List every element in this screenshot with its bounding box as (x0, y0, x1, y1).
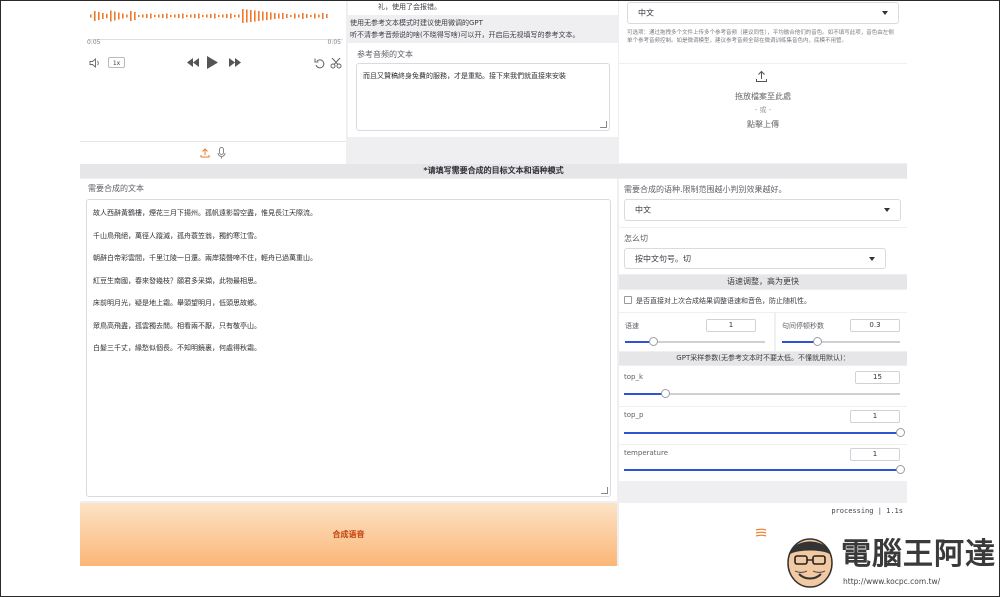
topp-slider[interactable] (624, 428, 905, 437)
target-language-value: 中文 (635, 205, 651, 215)
status-text: processing | 1.1s (831, 507, 903, 515)
time-end: 0:05 (327, 39, 341, 46)
target-text-line: 千山鳥飛絕，萬徑人蹤滅，孤舟蓑笠翁，獨釣寒江雪。 (93, 231, 261, 240)
volume-icon[interactable] (89, 58, 101, 68)
upload-icon[interactable] (200, 148, 210, 158)
speed-slider-card: 语速 1 (619, 313, 774, 351)
chevron-down-icon (869, 256, 875, 261)
watermark: 電腦王阿達 http://www.kocpc.com.tw/ (781, 521, 999, 596)
target-text-line: 故人西辭黃鶴樓，煙花三月下揚州。孤帆遠影碧空盡，惟見長江天際流。 (93, 209, 317, 217)
temperature-label: temperature (624, 449, 668, 457)
topp-number-input[interactable]: 1 (850, 410, 900, 423)
speed-header: 语速调整，高为更快 (619, 275, 907, 289)
ref-text-card: 参考音频的文本 而且又贊稿終身免費的服務，才是重點。接下來我們就直接來安裝 (348, 43, 618, 137)
target-language-select[interactable]: 中文 (624, 199, 901, 221)
time-start: 0:05 (87, 39, 101, 46)
topk-label: top_k (624, 373, 644, 381)
drop-text-1: 拖放檔案至此處 (735, 92, 791, 101)
target-text-line: 白髮三千丈，緣愁似個長。不知明鏡裏，何處得秋霜。 (93, 344, 261, 352)
play-icon[interactable] (206, 55, 219, 70)
resize-handle[interactable] (600, 121, 607, 128)
drop-text-3: 點擊上傳 (747, 120, 779, 129)
audio-waveform[interactable] (90, 7, 330, 25)
speed-number-input[interactable]: 1 (706, 319, 756, 332)
upload-icon (756, 70, 767, 82)
scissors-icon[interactable] (330, 57, 342, 69)
ref-language-value: 中文 (638, 8, 654, 18)
cut-method-select[interactable]: 按中文句号。切 (624, 248, 886, 269)
ref-note-text: 礼，使用了会报错。 (378, 3, 441, 11)
speed-checkbox-label: 是否直接对上次合成结果调整语速和音色，防止随机性。 (636, 297, 811, 305)
cut-method-label: 怎么切 (624, 234, 648, 243)
target-text-label: 需要合成的文本 (88, 184, 144, 193)
topp-slider-thumb[interactable] (895, 428, 905, 437)
ref-text-label: 参考音频的文本 (357, 50, 413, 59)
target-text-line: 床前明月光，疑是地上霜。舉頭望明月，低頭思故鄉。 (93, 299, 261, 307)
temperature-number-input[interactable]: 1 (850, 448, 900, 461)
speed-slider[interactable] (625, 337, 765, 346)
temperature-slider[interactable] (624, 465, 905, 474)
mascot-logo (787, 538, 833, 588)
topk-slider[interactable] (624, 389, 900, 398)
ref-language-select[interactable]: 中文 (627, 2, 899, 24)
ref-language-card: 中文 可选项：通过拖拽多个文件上传多个参考音频（建议同性），平均融合他们的音色。… (619, 1, 907, 63)
ref-note-area: 礼，使用了会报错。 (348, 1, 618, 15)
speed-checkbox[interactable] (624, 296, 632, 304)
pause-slider-card: 句间停顿秒数 0.3 (776, 313, 907, 351)
topp-label: top_p (624, 411, 644, 419)
gpt-header: GPT采样参数(无参考文本时不要太低。不懂就用默认)： (619, 352, 907, 365)
target-text-card: 需要合成的文本 故人西辭黃鶴樓，煙花三月下揚州。孤帆遠影碧空盡，惟見長江天際流。… (80, 179, 617, 501)
temperature-card: temperature 1 (619, 445, 907, 481)
optional-note: 可选项：通过拖拽多个文件上传多个参考音频（建议同性），平均融合他们的音色。如不填… (627, 30, 894, 44)
loading-spinner-icon (755, 528, 767, 537)
topk-slider-thumb[interactable] (660, 389, 670, 398)
microphone-icon[interactable] (217, 147, 226, 159)
audio-source-bar (80, 142, 346, 164)
ref-free-hint: 使用无参考文本模式时建议使用微调的GPT 听不清参考音频说的啥(不晓得写啥)可以… (348, 16, 618, 42)
section-header: *请填写需要合成的目标文本和语种模式 (80, 164, 907, 178)
resize-handle[interactable] (601, 487, 608, 494)
target-text-line: 朝辭白帝彩雲間，千里江陵一日還。兩岸猿聲啼不住，輕舟已過萬重山。 (93, 254, 317, 262)
speed-checkbox-row: 是否直接对上次合成结果调整语速和音色，防止随机性。 (619, 290, 907, 312)
target-text-line: 眾鳥高飛盡，孤雲獨去閒。相看兩不厭，只有敬亭山。 (93, 321, 261, 330)
topk-card: top_k 15 (619, 366, 907, 406)
speed-slider-thumb[interactable] (648, 337, 658, 346)
target-language-card: 需要合成的语种.限制范围越小判别效果越好。 中文 (619, 179, 907, 227)
hint-line-2: 听不清参考音频说的啥(不晓得写啥)可以开，开启后无视填写的参考文本。 (350, 31, 580, 39)
pause-label: 句间停顿秒数 (782, 322, 824, 330)
watermark-url: http://www.kocpc.com.tw/ (843, 577, 941, 586)
target-language-label: 需要合成的语种.限制范围越小判别效果越好。 (624, 185, 787, 194)
chevron-down-icon (884, 208, 890, 212)
undo-icon[interactable] (314, 57, 326, 69)
topp-card: top_p 1 (619, 407, 907, 444)
audio-player: 0:05 0:05 1x (80, 1, 346, 142)
ref-text-value: 而且又贊稿終身免費的服務，才是重點。接下來我們就直接來安裝 (363, 72, 566, 80)
playback-speed-button[interactable]: 1x (108, 57, 125, 68)
pause-slider[interactable] (782, 337, 900, 346)
synthesize-button[interactable]: 合成语音 (80, 503, 617, 566)
temperature-slider-thumb[interactable] (895, 465, 905, 474)
multi-ref-upload[interactable]: 拖放檔案至此處 - 或 - 點擊上傳 (619, 64, 907, 163)
chevron-down-icon (882, 11, 888, 15)
speed-label: 语速 (625, 322, 639, 330)
cut-method-value: 按中文句号。切 (635, 254, 691, 263)
app-container: 0:05 0:05 1x 礼，使用了会报错。 使用无参考文本模式时建议使用微调的… (80, 1, 907, 566)
topk-number-input[interactable]: 15 (855, 371, 900, 384)
drop-text-2: - 或 - (754, 106, 772, 114)
cut-method-card: 怎么切 按中文句号。切 (619, 228, 907, 274)
target-text-line: 紅豆生南國，春來發幾枝？願君多采擷，此物最相思。 (93, 276, 261, 285)
ref-text-input[interactable]: 而且又贊稿終身免費的服務，才是重點。接下來我們就直接來安裝 (356, 63, 610, 131)
audio-progress-track[interactable] (88, 39, 343, 40)
pause-number-input[interactable]: 0.3 (850, 319, 900, 332)
hint-line-1: 使用无参考文本模式时建议使用微调的GPT (350, 19, 483, 27)
target-text-input[interactable]: 故人西辭黃鶴樓，煙花三月下揚州。孤帆遠影碧空盡，惟見長江天際流。 千山鳥飛絕，萬徑… (86, 199, 611, 497)
fast-forward-icon[interactable] (228, 57, 242, 68)
rewind-icon[interactable] (186, 57, 200, 68)
watermark-title: 電腦王阿達 (841, 537, 996, 572)
pause-slider-thumb[interactable] (812, 337, 822, 346)
screenshot-frame: 0:05 0:05 1x 礼，使用了会报错。 使用无参考文本模式时建议使用微调的… (0, 0, 1000, 597)
